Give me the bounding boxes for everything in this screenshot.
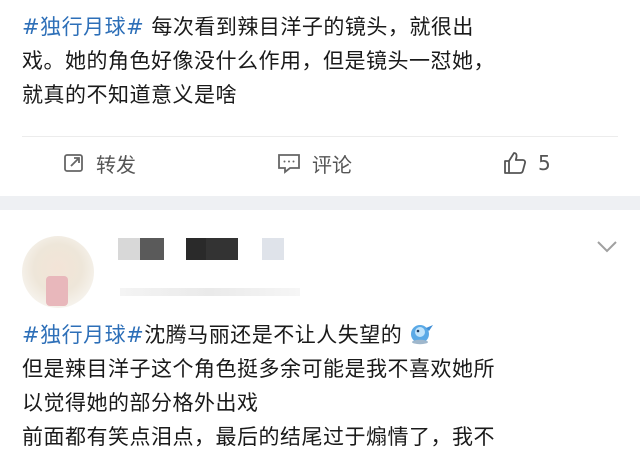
post-1-line-2: 戏。她的角色好像没什么作用，但是镜头一怼她， <box>22 49 495 73</box>
mosaic-block <box>140 238 164 260</box>
mosaic-block <box>262 238 284 260</box>
post-1-line-1: 每次看到辣目洋子的镜头，就很出 <box>144 15 474 39</box>
comment-icon <box>278 154 300 174</box>
post-card-1: #独行月球# 每次看到辣目洋子的镜头，就很出 戏。她的角色好像没什么作用，但是镜… <box>0 0 640 196</box>
post-2-line-2: 但是辣目洋子这个角色挺多余可能是我不喜欢她所 <box>22 357 495 381</box>
divider <box>22 136 618 137</box>
comment-button[interactable]: 评论 <box>276 148 352 178</box>
mosaic-block <box>206 238 238 260</box>
post-2-text: #独行月球#沈腾马丽还是不让人失望的 但是辣目洋子这个角色挺多余可能是我不喜欢她… <box>22 318 632 454</box>
like-count: 5 <box>538 151 551 175</box>
thumbs-up-icon <box>504 152 527 174</box>
hashtag-link[interactable]: #独行月球# <box>22 15 144 39</box>
avatar-blur <box>46 276 68 306</box>
chevron-down-icon[interactable] <box>596 240 618 254</box>
bluebird-emoji-icon <box>411 325 434 345</box>
post-1-line-3: 就真的不知道意义是啥 <box>22 83 237 107</box>
post-card-2: #独行月球#沈腾马丽还是不让人失望的 但是辣目洋子这个角色挺多余可能是我不喜欢她… <box>0 210 640 457</box>
mosaic-block <box>186 238 206 260</box>
post-2-line-4: 前面都有笑点泪点，最后的结尾过于煽情了，我不 <box>22 425 495 449</box>
repost-icon <box>64 154 83 172</box>
post-2-line-3: 以觉得她的部分格外出戏 <box>22 391 259 415</box>
repost-button[interactable]: 转发 <box>62 148 136 178</box>
mosaic-block <box>118 238 140 260</box>
comment-label: 评论 <box>312 152 352 177</box>
like-button[interactable]: 5 <box>502 148 551 178</box>
feed-separator <box>0 196 640 210</box>
post-1-action-bar: 转发 评论 5 <box>0 138 640 188</box>
hashtag-link[interactable]: #独行月球# <box>22 323 144 347</box>
avatar[interactable] <box>22 236 94 308</box>
repost-label: 转发 <box>96 152 136 177</box>
post-1-text: #独行月球# 每次看到辣目洋子的镜头，就很出 戏。她的角色好像没什么作用，但是镜… <box>22 10 622 112</box>
mosaic-block <box>120 288 300 296</box>
post-2-line-1: 沈腾马丽还是不让人失望的 <box>144 323 403 347</box>
